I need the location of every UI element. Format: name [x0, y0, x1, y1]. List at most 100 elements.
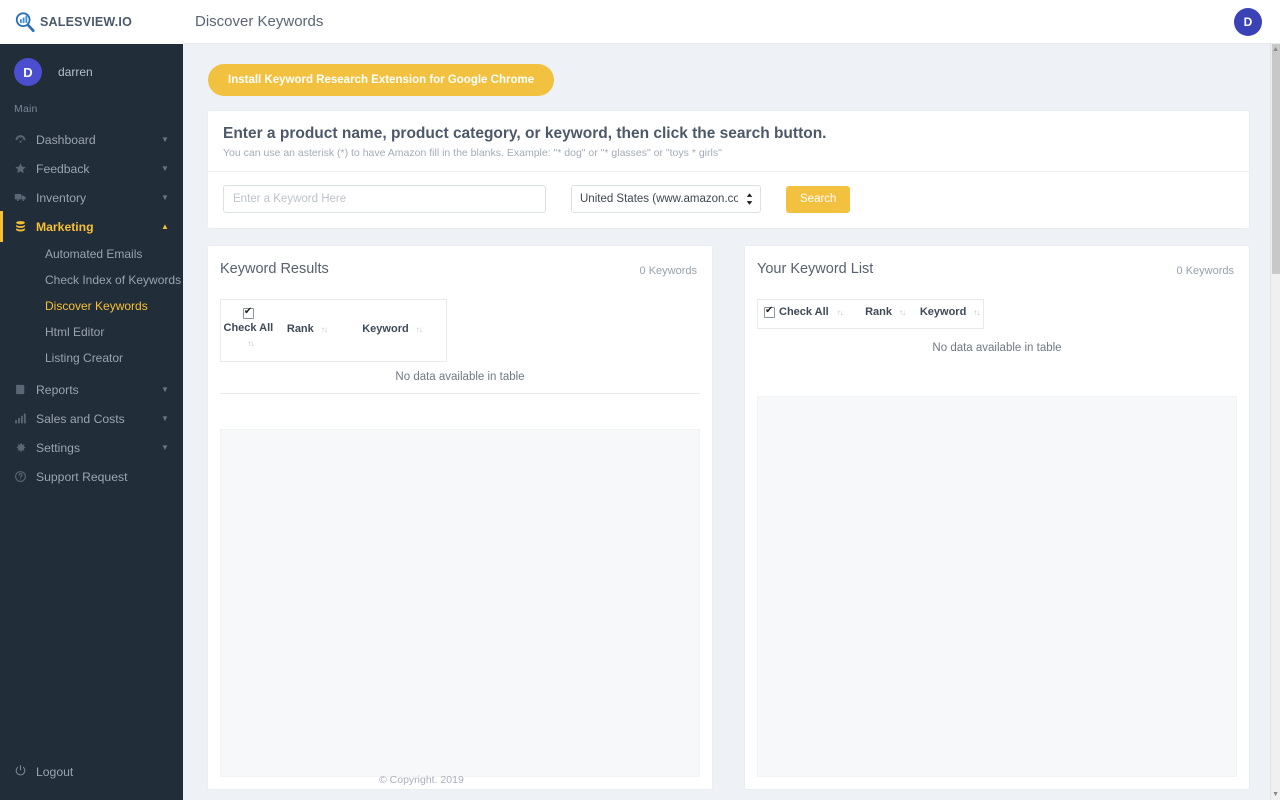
sidebar-item-inventory[interactable]: Inventory ▼: [0, 183, 183, 212]
column-rank[interactable]: Rank ↑↓: [276, 300, 338, 362]
panels-row: Keyword Results 0 Keywords Check All ↑↓ …: [208, 246, 1249, 789]
logout-button[interactable]: Logout: [0, 758, 183, 786]
sidebar-item-label: Inventory: [36, 190, 87, 205]
scroll-down-arrow-icon[interactable]: ▼: [1272, 791, 1279, 798]
sort-icon[interactable]: ↑↓: [899, 308, 906, 317]
main-content: Install Keyword Research Extension for G…: [183, 44, 1270, 800]
search-controls-row: United States (www.amazon.com) Search: [208, 172, 1249, 228]
sidebar-item-sales-and-costs[interactable]: Sales and Costs ▼: [0, 404, 183, 433]
keyword-search-card: Enter a product name, product category, …: [208, 111, 1249, 228]
avatar: D: [14, 58, 42, 86]
keyword-results-count: 0 Keywords: [639, 265, 697, 277]
column-check-all[interactable]: Check All ↑↓: [221, 300, 276, 362]
chevron-down-icon: ▼: [161, 385, 169, 394]
chevron-down-icon: ▼: [161, 164, 169, 173]
your-keyword-list-title: Your Keyword List: [757, 261, 874, 277]
sidebar-item-label: Marketing: [36, 219, 94, 234]
sidebar-user-name: darren: [58, 65, 93, 79]
sidebar-subitem-listing-creator[interactable]: Listing Creator: [0, 345, 183, 371]
search-input[interactable]: [223, 185, 546, 213]
column-keyword[interactable]: Keyword ↑↓: [338, 300, 447, 362]
chevron-down-icon: ▼: [161, 135, 169, 144]
marketplace-select-wrapper: United States (www.amazon.com): [571, 185, 761, 213]
sidebar-subitem-discover-keywords[interactable]: Discover Keywords: [0, 293, 183, 319]
sort-icon[interactable]: ↑↓: [321, 325, 328, 334]
sort-icon[interactable]: ↑↓: [247, 339, 254, 348]
sidebar-section-heading: Main: [14, 103, 38, 115]
app-root: SALESVIEW.IO D darren Main Dashboard ▼ F…: [0, 0, 1280, 800]
your-keyword-list-placeholder-area: [757, 396, 1237, 777]
your-keyword-list-panel: Your Keyword List 0 Keywords Check All ↑…: [745, 246, 1249, 789]
scroll-up-arrow-icon[interactable]: ▲: [1272, 46, 1279, 53]
book-icon: [14, 383, 36, 396]
sort-icon[interactable]: ↑↓: [973, 308, 980, 317]
search-card-title: Enter a product name, product category, …: [223, 125, 827, 142]
sidebar-item-label: Sales and Costs: [36, 411, 125, 426]
gauge-icon: [14, 133, 36, 146]
sidebar-subitem-automated-emails[interactable]: Automated Emails: [0, 241, 183, 267]
column-check-all[interactable]: Check All ↑↓: [758, 300, 854, 329]
your-keyword-list-table-wrap: Check All ↑↓ Rank ↑↓ Keyword ↑↓: [745, 299, 1249, 329]
sidebar-item-dashboard[interactable]: Dashboard ▼: [0, 125, 183, 154]
table-header-row: Check All ↑↓ Rank ↑↓ Keyword ↑↓: [221, 300, 447, 362]
sidebar-subitem-html-editor[interactable]: Html Editor: [0, 319, 183, 345]
user-avatar-button[interactable]: D: [1234, 7, 1262, 36]
keyword-results-header: Keyword Results 0 Keywords: [208, 246, 712, 277]
column-rank[interactable]: Rank ↑↓: [854, 300, 916, 329]
sidebar-item-label: Feedback: [36, 161, 90, 176]
column-header-label: Rank: [865, 306, 892, 318]
your-keyword-list-empty-message: No data available in table: [932, 342, 1062, 354]
column-header-label: Rank: [286, 322, 314, 335]
check-all-checkbox[interactable]: [242, 306, 254, 319]
database-icon: [14, 220, 36, 233]
sidebar-subitem-check-index-of-keywords[interactable]: Check Index of Keywords: [0, 267, 183, 293]
gear-icon: [14, 441, 36, 454]
sort-icon[interactable]: ↑↓: [837, 308, 844, 317]
your-keyword-list-count: 0 Keywords: [1176, 265, 1234, 277]
column-keyword[interactable]: Keyword ↑↓: [916, 300, 983, 329]
chevron-down-icon: ▼: [161, 414, 169, 423]
sort-icon[interactable]: ↑↓: [416, 325, 423, 334]
search-button[interactable]: Search: [786, 185, 851, 213]
brand-logo[interactable]: SALESVIEW.IO: [0, 0, 183, 44]
page-scrollbar[interactable]: [1270, 44, 1280, 800]
column-header-label: Check All: [779, 306, 829, 318]
sidebar-footer: Logout: [0, 758, 183, 800]
your-keyword-list-header: Your Keyword List 0 Keywords: [745, 246, 1249, 277]
column-header-label: Check All: [223, 322, 274, 334]
sidebar-item-support-request[interactable]: Support Request: [0, 462, 183, 491]
keyword-results-title: Keyword Results: [220, 261, 329, 277]
scrollbar-thumb[interactable]: [1272, 44, 1280, 274]
column-header-label: Keyword: [362, 322, 409, 335]
chevron-down-icon: ▼: [161, 193, 169, 202]
sidebar-item-settings[interactable]: Settings ▼: [0, 433, 183, 462]
logout-label: Logout: [36, 765, 74, 779]
sidebar-item-label: Support Request: [36, 469, 128, 484]
copyright-text: © Copyright. 2019: [379, 774, 464, 786]
sidebar-user[interactable]: D darren: [0, 44, 183, 100]
column-header-label: Keyword: [919, 306, 967, 318]
sidebar: SALESVIEW.IO D darren Main Dashboard ▼ F…: [0, 0, 183, 800]
question-icon: [14, 470, 36, 483]
search-card-subtitle: You can use an asterisk (*) to have Amaz…: [223, 147, 722, 159]
your-keyword-list-table: Check All ↑↓ Rank ↑↓ Keyword ↑↓: [757, 299, 984, 329]
search-card-header: Enter a product name, product category, …: [208, 111, 1249, 171]
sidebar-item-label: Settings: [36, 440, 81, 455]
marketplace-select[interactable]: United States (www.amazon.com): [571, 185, 761, 213]
chevron-down-icon: ▼: [161, 443, 169, 452]
truck-icon: [14, 191, 36, 204]
check-all-checkbox[interactable]: [764, 305, 775, 318]
keyword-results-panel: Keyword Results 0 Keywords Check All ↑↓ …: [208, 246, 712, 789]
keyword-results-table: Check All ↑↓ Rank ↑↓ Keyword ↑↓: [220, 299, 447, 362]
sidebar-item-marketing[interactable]: Marketing ▲: [0, 211, 183, 242]
install-extension-button[interactable]: Install Keyword Research Extension for G…: [208, 64, 555, 96]
chevron-up-icon: ▲: [161, 222, 169, 231]
sidebar-item-label: Reports: [36, 382, 79, 397]
brand-name: SALESVIEW.IO: [40, 15, 132, 29]
keyword-results-table-wrap: Check All ↑↓ Rank ↑↓ Keyword ↑↓: [208, 299, 712, 362]
bars-icon: [14, 412, 36, 425]
sidebar-item-feedback[interactable]: Feedback ▼: [0, 154, 183, 183]
topbar: Discover Keywords D: [183, 0, 1280, 44]
star-icon: [14, 162, 36, 175]
sidebar-item-reports[interactable]: Reports ▼: [0, 375, 183, 404]
